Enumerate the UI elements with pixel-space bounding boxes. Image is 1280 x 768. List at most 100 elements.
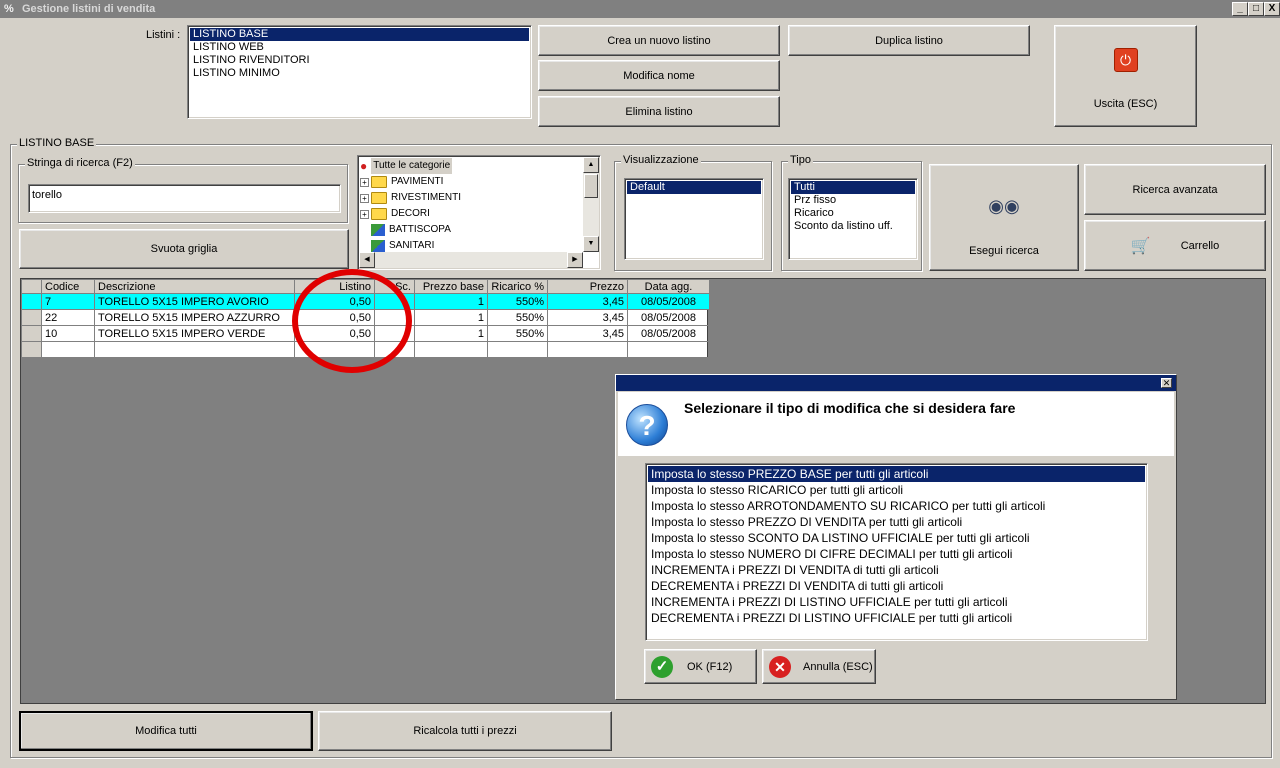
dialog-close-button[interactable]: ✕: [1161, 378, 1172, 388]
close-button[interactable]: X: [1264, 2, 1280, 16]
cell-ricarico[interactable]: 550%: [487, 309, 548, 326]
option-item[interactable]: DECREMENTA i PREZZI DI LISTINO UFFICIALE…: [648, 610, 1145, 626]
option-item[interactable]: Imposta lo stesso RICARICO per tutti gli…: [648, 482, 1145, 498]
column-header[interactable]: Prezzo base: [414, 279, 488, 294]
power-icon: ⏻: [1113, 48, 1138, 72]
cell-empty[interactable]: [547, 341, 628, 358]
ok-button[interactable]: ✓ OK (F12): [644, 649, 757, 684]
duplica-listino-button[interactable]: Duplica listino: [788, 25, 1030, 56]
visualizzazione-item[interactable]: Default: [627, 181, 761, 194]
row-header[interactable]: [21, 325, 42, 342]
cell-prezzo[interactable]: 3,45: [547, 325, 628, 342]
cell-prezzo[interactable]: 3,45: [547, 309, 628, 326]
cell-data[interactable]: 08/05/2008: [627, 325, 710, 342]
cell-ricarico[interactable]: 550%: [487, 293, 548, 310]
cell-empty[interactable]: [94, 341, 295, 358]
cell-empty[interactable]: [414, 341, 488, 358]
cancel-icon: ✕: [769, 655, 791, 678]
modifica-nome-button[interactable]: Modifica nome: [538, 60, 780, 91]
folder-icon: [371, 208, 387, 220]
tree-hscrollbar[interactable]: [359, 252, 583, 268]
tree-item-label: RIVESTIMENTI: [391, 192, 462, 203]
scroll-left-arrow-icon[interactable]: ◀: [359, 252, 375, 268]
search-input[interactable]: torello: [28, 184, 341, 213]
listini-item[interactable]: LISTINO RIVENDITORI: [190, 54, 529, 67]
annulla-button[interactable]: ✕ Annulla (ESC): [762, 649, 876, 684]
cell-data[interactable]: 08/05/2008: [627, 309, 710, 326]
row-header[interactable]: [21, 293, 42, 310]
cell-descrizione[interactable]: TORELLO 5X15 IMPERO AVORIO: [94, 293, 295, 310]
tree-item-label: DECORI: [391, 208, 430, 219]
tipo-item[interactable]: Sconto da listino uff.: [791, 220, 915, 233]
minimize-button[interactable]: _: [1232, 2, 1248, 16]
option-item[interactable]: Imposta lo stesso NUMERO DI CIFRE DECIMA…: [648, 546, 1145, 562]
tree-item-battiscopa[interactable]: BATTISCOPA: [360, 222, 600, 238]
cell-empty[interactable]: [487, 341, 548, 358]
search-label: Stringa di ricerca (F2): [25, 157, 135, 169]
cell-descrizione[interactable]: TORELLO 5X15 IMPERO AZZURRO: [94, 309, 295, 326]
expand-icon[interactable]: +: [360, 209, 369, 219]
visualizzazione-listbox[interactable]: Default: [624, 178, 764, 260]
listini-item[interactable]: LISTINO BASE: [190, 28, 529, 41]
tree-vscroll-thumb[interactable]: [584, 174, 598, 198]
tree-item-decori[interactable]: + DECORI: [360, 206, 600, 222]
option-item[interactable]: Imposta lo stesso PREZZO BASE per tutti …: [648, 466, 1145, 482]
row-header[interactable]: [21, 309, 42, 326]
column-header[interactable]: Descrizione: [94, 279, 295, 294]
maximize-button[interactable]: □: [1248, 2, 1264, 16]
uscita-button[interactable]: ⏻ Uscita (ESC): [1054, 25, 1197, 127]
column-header[interactable]: Codice: [41, 279, 95, 294]
column-header[interactable]: Prezzo: [547, 279, 628, 294]
window-title: Gestione listini di vendita: [22, 3, 156, 15]
row-header[interactable]: [21, 341, 42, 358]
ricalcola-button[interactable]: Ricalcola tutti i prezzi: [318, 711, 612, 751]
window-titlebar: % Gestione listini di vendita _ □ X: [0, 0, 1280, 18]
cell-descrizione[interactable]: TORELLO 5X15 IMPERO VERDE: [94, 325, 295, 342]
cell-ricarico[interactable]: 550%: [487, 325, 548, 342]
modifica-tutti-button[interactable]: Modifica tutti: [19, 711, 313, 751]
ricerca-avanzata-button[interactable]: Ricerca avanzata: [1084, 164, 1266, 215]
listini-listbox[interactable]: LISTINO BASE LISTINO WEB LISTINO RIVENDI…: [187, 25, 532, 119]
elimina-listino-button[interactable]: Elimina listino: [538, 96, 780, 127]
option-item[interactable]: Imposta lo stesso SCONTO DA LISTINO UFFI…: [648, 530, 1145, 546]
option-item[interactable]: Imposta lo stesso ARROTONDAMENTO SU RICA…: [648, 498, 1145, 514]
scroll-up-arrow-icon[interactable]: ▲: [583, 157, 599, 173]
cell-prezzo-base[interactable]: 1: [414, 309, 488, 326]
dialog-titlebar: [616, 375, 1176, 391]
option-item[interactable]: INCREMENTA i PREZZI DI LISTINO UFFICIALE…: [648, 594, 1145, 610]
cell-codice[interactable]: 7: [41, 293, 95, 310]
tree-root[interactable]: ● Tutte le categorie: [360, 158, 600, 174]
tree-item-pavimenti[interactable]: + PAVIMENTI: [360, 174, 600, 190]
scroll-down-arrow-icon[interactable]: ▼: [583, 236, 599, 252]
cell-empty[interactable]: [41, 341, 95, 358]
modifica-options-listbox[interactable]: Imposta lo stesso PREZZO BASE per tutti …: [645, 463, 1148, 641]
esegui-ricerca-button[interactable]: ◉◉ Esegui ricerca: [929, 164, 1079, 271]
column-header[interactable]: Ricarico %: [487, 279, 548, 294]
listini-item[interactable]: LISTINO WEB: [190, 41, 529, 54]
tipo-listbox[interactable]: Tutti Prz fisso Ricarico Sconto da listi…: [788, 178, 918, 260]
option-item[interactable]: INCREMENTA i PREZZI DI VENDITA di tutti …: [648, 562, 1145, 578]
carrello-button[interactable]: 🛒 Carrello: [1084, 220, 1266, 271]
cell-prezzo-base[interactable]: 1: [414, 325, 488, 342]
tree-item-label: BATTISCOPA: [389, 224, 451, 235]
scroll-right-arrow-icon[interactable]: ▶: [567, 252, 583, 268]
crea-listino-button[interactable]: Crea un nuovo listino: [538, 25, 780, 56]
cell-prezzo[interactable]: 3,45: [547, 293, 628, 310]
tipo-item[interactable]: Prz fisso: [791, 194, 915, 207]
grid-corner: [21, 279, 42, 294]
option-item[interactable]: DECREMENTA i PREZZI DI VENDITA di tutti …: [648, 578, 1145, 594]
cell-empty[interactable]: [627, 341, 710, 358]
svuota-griglia-button[interactable]: Svuota griglia: [19, 229, 349, 269]
cell-codice[interactable]: 10: [41, 325, 95, 342]
listini-item[interactable]: LISTINO MINIMO: [190, 67, 529, 80]
option-item[interactable]: Imposta lo stesso PREZZO DI VENDITA per …: [648, 514, 1145, 530]
expand-icon[interactable]: +: [360, 193, 369, 203]
cell-prezzo-base[interactable]: 1: [414, 293, 488, 310]
column-header[interactable]: Data agg.: [627, 279, 710, 294]
tipo-item[interactable]: Ricarico: [791, 207, 915, 220]
cell-data[interactable]: 08/05/2008: [627, 293, 710, 310]
expand-icon[interactable]: +: [360, 177, 369, 187]
cell-codice[interactable]: 22: [41, 309, 95, 326]
tipo-item[interactable]: Tutti: [791, 181, 915, 194]
tree-item-rivestimenti[interactable]: + RIVESTIMENTI: [360, 190, 600, 206]
